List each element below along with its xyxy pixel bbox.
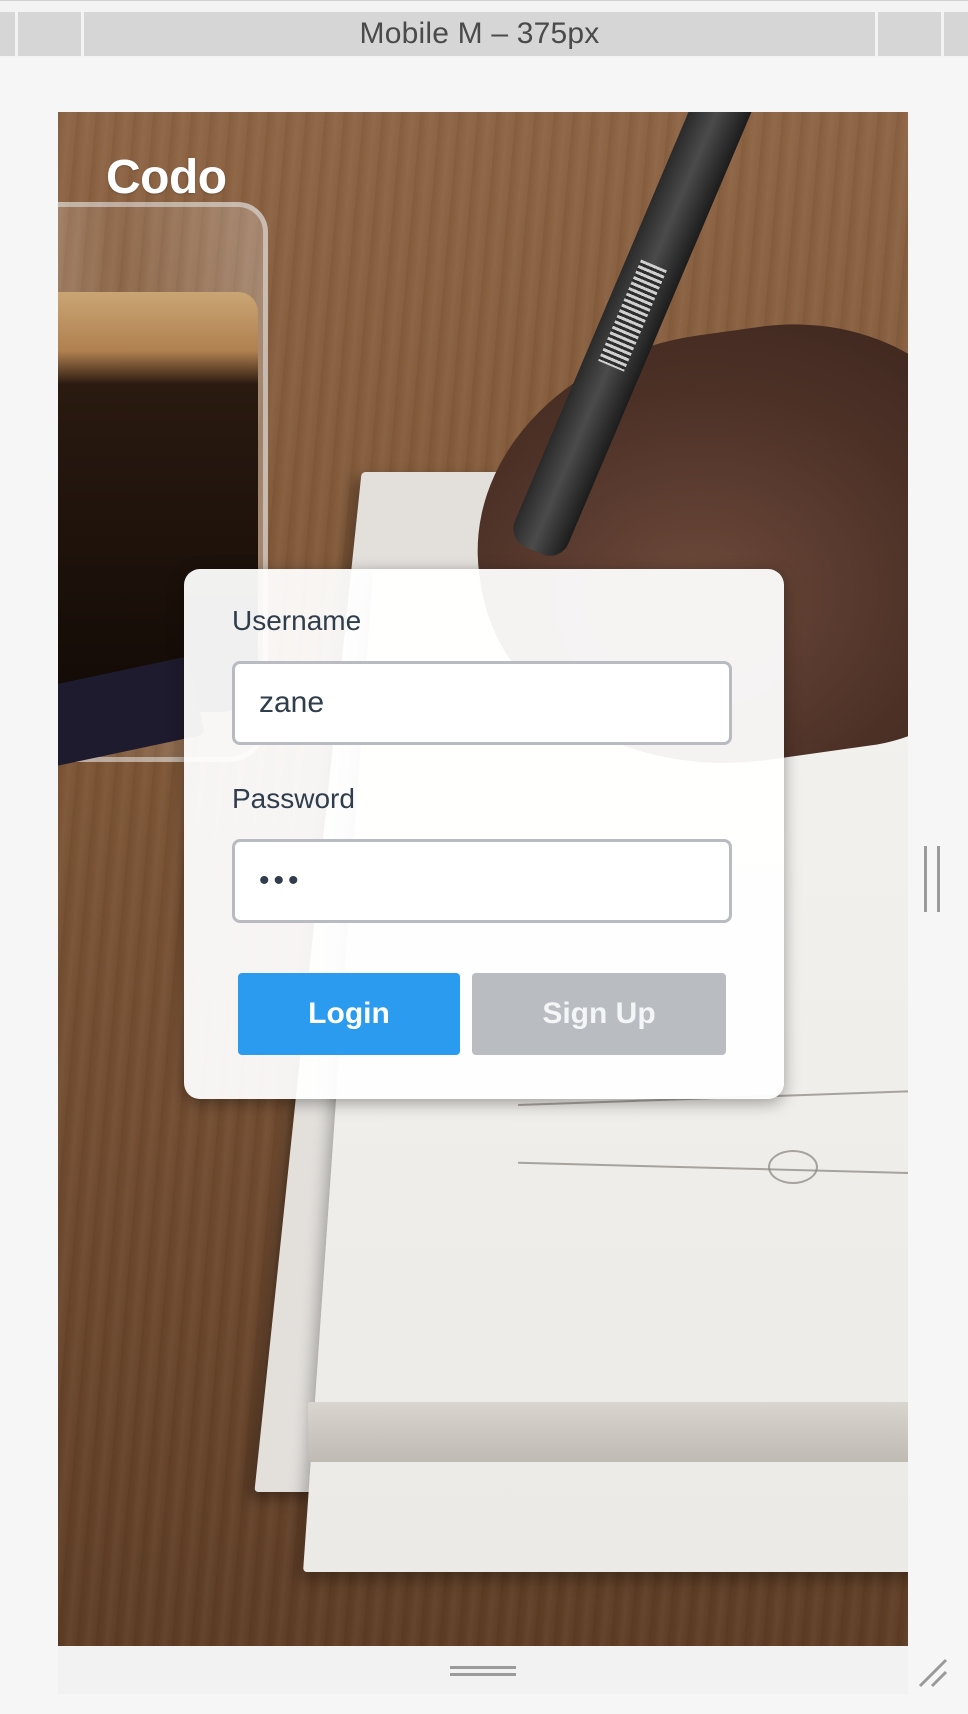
device-preset-mobile-s[interactable]: [18, 12, 84, 56]
field-spacer: [232, 745, 736, 783]
signup-button[interactable]: Sign Up: [472, 973, 726, 1055]
device-viewport: Codo Username zane Password ••• Login Si…: [58, 112, 908, 1646]
login-button[interactable]: Login: [238, 973, 460, 1055]
resize-bar-bottom: [58, 1646, 908, 1694]
resize-handle-bottom[interactable]: [450, 1666, 516, 1676]
login-card: Username zane Password ••• Login Sign Up: [184, 569, 784, 1099]
device-label: Mobile M – 375px: [359, 17, 600, 50]
password-label: Password: [232, 783, 355, 814]
username-input[interactable]: zane: [232, 661, 732, 745]
notebook-edge: [308, 1402, 908, 1462]
app-logo[interactable]: Codo: [106, 150, 227, 205]
device-preset-small[interactable]: [0, 12, 18, 56]
device-preset-tablet[interactable]: [944, 12, 968, 56]
device-toolbar-segments: Mobile M – 375px: [0, 12, 968, 56]
device-toolbar: Mobile M – 375px: [0, 0, 968, 58]
sketch-oval: [768, 1150, 818, 1184]
device-preset-mobile-l[interactable]: [878, 12, 944, 56]
device-preset-mobile-m[interactable]: Mobile M – 375px: [84, 12, 878, 56]
password-input[interactable]: •••: [232, 839, 732, 923]
username-label: Username: [232, 605, 362, 636]
button-row: Login Sign Up: [232, 973, 736, 1055]
resize-handle-right[interactable]: [924, 846, 940, 912]
resize-corner-icon[interactable]: [916, 1656, 948, 1688]
